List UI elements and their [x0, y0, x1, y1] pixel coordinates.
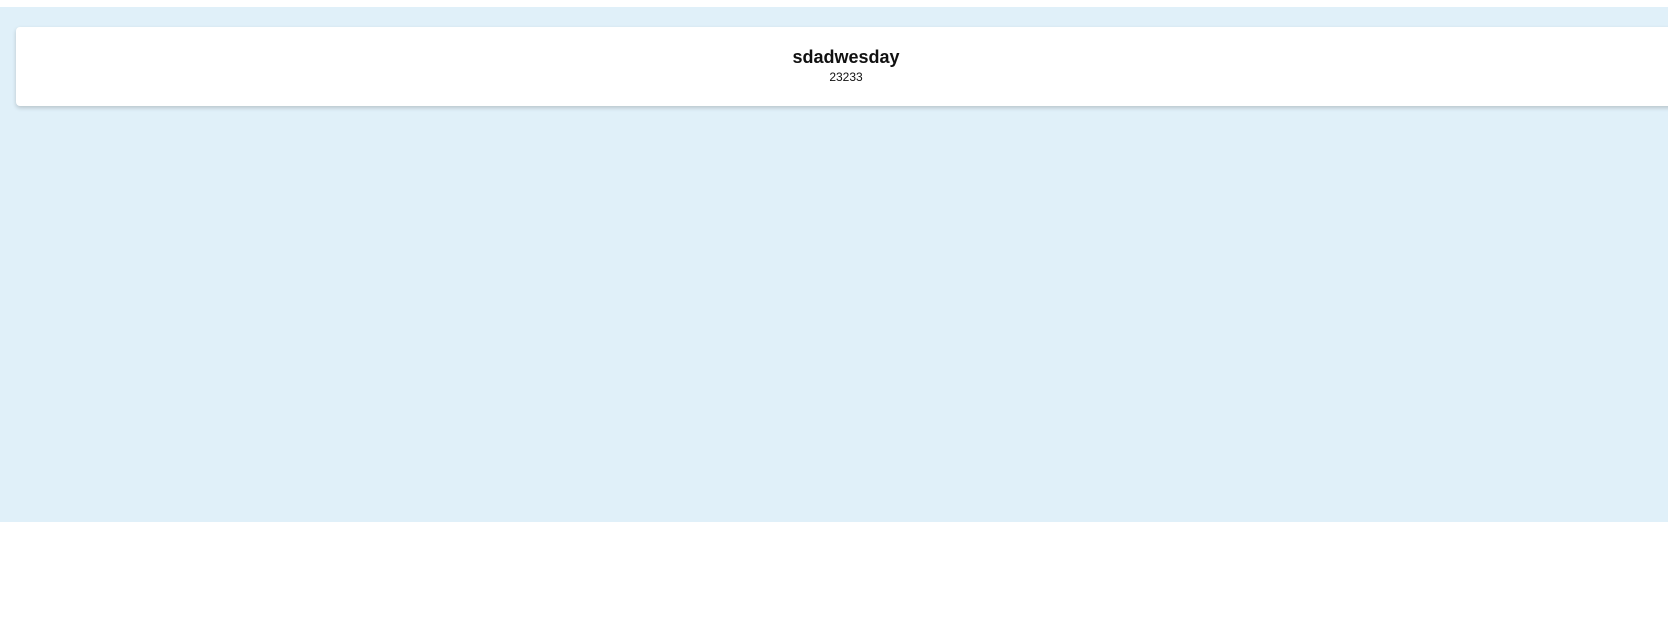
page-title: sdadwesday — [792, 47, 900, 67]
header-card-content: sdadwesday 23233 — [16, 27, 1668, 106]
content-area: sdadwesday 23233 — [0, 7, 1668, 522]
page-subtitle: 23233 — [829, 70, 863, 84]
header-card: sdadwesday 23233 — [16, 27, 1668, 106]
